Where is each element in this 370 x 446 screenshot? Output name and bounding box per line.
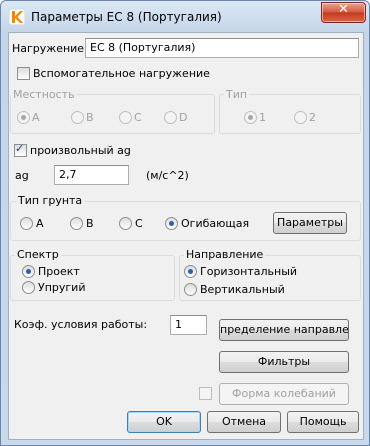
ag-unit-label: (м/с^2) bbox=[146, 169, 189, 182]
soil-radio-envelope[interactable] bbox=[165, 217, 178, 230]
terrain-radio-a[interactable] bbox=[17, 111, 30, 124]
cancel-button[interactable]: Отмена bbox=[207, 411, 281, 433]
dialog-window: Параметры EC 8 (Португалия) ✕ Нагружение… bbox=[0, 0, 370, 446]
work-coef-label: Коэф. условия работы: bbox=[14, 318, 148, 331]
direction-label-horizontal: Горизонтальный bbox=[200, 265, 298, 278]
soil-radio-a[interactable] bbox=[20, 217, 33, 230]
type-radio-1[interactable] bbox=[244, 111, 257, 124]
type-label-2: 2 bbox=[309, 111, 316, 124]
direction-label-vertical: Вертикальный bbox=[200, 283, 285, 296]
work-coef-field[interactable]: 1 bbox=[170, 315, 207, 335]
spectrum-label-elastic: Упругий bbox=[38, 281, 86, 294]
soil-label-a: A bbox=[36, 217, 44, 230]
terrain-group-title: Местность bbox=[11, 88, 77, 101]
type-label-1: 1 bbox=[259, 111, 266, 124]
custom-ag-label: произвольный ag bbox=[30, 144, 131, 157]
ag-label: ag bbox=[15, 169, 29, 182]
mode-shapes-checkbox[interactable] bbox=[199, 387, 212, 400]
filters-button[interactable]: Фильтры bbox=[219, 351, 349, 373]
soil-radio-b[interactable] bbox=[70, 217, 83, 230]
aux-load-label: Вспомогательное нагружение bbox=[33, 67, 210, 80]
spectrum-group-title: Спектр bbox=[15, 248, 61, 261]
soil-label-b: B bbox=[86, 217, 94, 230]
terrain-radio-c[interactable] bbox=[119, 111, 132, 124]
spectrum-radio-elastic[interactable] bbox=[22, 281, 35, 294]
spectrum-label-design: Проект bbox=[38, 265, 80, 278]
terrain-radio-d[interactable] bbox=[164, 111, 177, 124]
type-radio-2[interactable] bbox=[294, 111, 307, 124]
load-name-field[interactable]: EC 8 (Португалия) bbox=[85, 38, 359, 58]
aux-load-checkbox[interactable] bbox=[17, 67, 30, 80]
ag-value-field[interactable]: 2,7 bbox=[54, 165, 129, 185]
ok-button[interactable]: OK bbox=[127, 411, 201, 433]
direction-group-title: Направление bbox=[184, 248, 266, 261]
terrain-radio-b[interactable] bbox=[71, 111, 84, 124]
terrain-label-d: D bbox=[179, 111, 188, 124]
custom-ag-checkbox[interactable] bbox=[14, 142, 27, 157]
direction-definition-button[interactable]: пределение направлени bbox=[219, 319, 349, 341]
direction-radio-horizontal[interactable] bbox=[184, 265, 197, 278]
terrain-label-c: C bbox=[134, 111, 142, 124]
soil-radio-c[interactable] bbox=[119, 217, 132, 230]
soil-parameters-button[interactable]: Параметры bbox=[273, 212, 347, 234]
help-button[interactable]: Помощь bbox=[287, 411, 359, 433]
spectrum-group bbox=[10, 255, 175, 301]
app-k-icon bbox=[9, 9, 25, 25]
direction-radio-vertical[interactable] bbox=[184, 283, 197, 296]
title-bar[interactable]: Параметры EC 8 (Португалия) ✕ bbox=[1, 1, 369, 33]
soil-label-c: C bbox=[135, 217, 143, 230]
close-icon: ✕ bbox=[338, 2, 349, 17]
type-group-title: Тип bbox=[224, 88, 250, 101]
mode-shapes-button[interactable]: Форма колебаний bbox=[219, 383, 349, 405]
window-title: Параметры EC 8 (Португалия) bbox=[31, 10, 222, 24]
close-button[interactable]: ✕ bbox=[321, 2, 366, 23]
terrain-label-b: B bbox=[86, 111, 94, 124]
soil-label-envelope: Огибающая bbox=[181, 217, 250, 230]
soil-type-group-title: Тип грунта bbox=[16, 194, 85, 207]
spectrum-radio-design[interactable] bbox=[22, 265, 35, 278]
dialog-body: Нагружение: EC 8 (Португалия) Вспомогате… bbox=[8, 32, 364, 440]
load-label: Нагружение: bbox=[12, 42, 88, 55]
terrain-label-a: A bbox=[32, 111, 40, 124]
